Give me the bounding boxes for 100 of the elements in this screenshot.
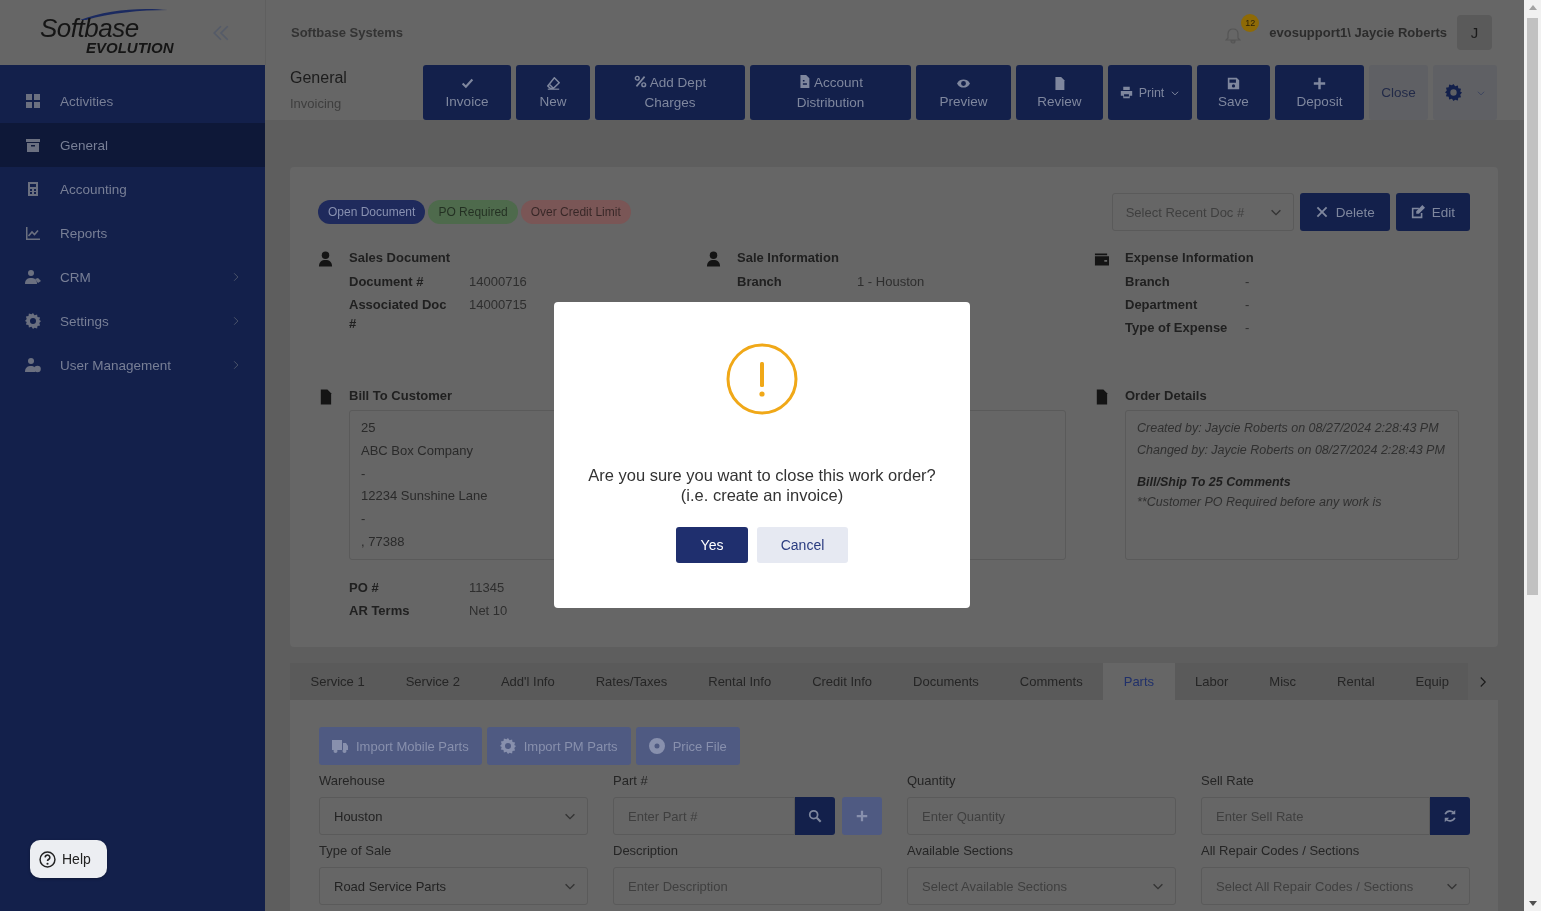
add-button[interactable] xyxy=(842,797,882,835)
save-icon xyxy=(1227,76,1240,90)
logo: Softbase EVOLUTION xyxy=(40,7,188,58)
field-label: Description xyxy=(613,843,680,859)
warning-icon xyxy=(726,343,798,415)
sidebar-item[interactable]: Accounting xyxy=(0,167,265,211)
file-icon xyxy=(1094,389,1109,405)
printer-icon xyxy=(1119,86,1133,99)
field-value: - xyxy=(1245,319,1251,337)
field-label: All Repair Codes / Sections xyxy=(1201,843,1361,859)
field-label: Warehouse xyxy=(319,773,386,789)
field-label: Associated Doc # xyxy=(349,296,448,333)
chart-icon xyxy=(25,225,41,241)
refresh-icon xyxy=(1443,809,1457,823)
sidebar-item[interactable]: User Management xyxy=(0,343,265,387)
field-label: Sell Rate xyxy=(1201,773,1255,789)
plus-icon xyxy=(856,810,868,822)
avatar[interactable]: J xyxy=(1457,15,1492,50)
percent-icon xyxy=(633,74,647,88)
toolbar-button[interactable]: New xyxy=(516,65,590,120)
import-button[interactable]: Import Mobile Parts xyxy=(319,727,482,765)
import-button[interactable]: Import PM Parts xyxy=(486,727,631,765)
field-label: Available Sections xyxy=(907,843,1014,859)
search-button[interactable] xyxy=(795,797,835,835)
cancel-button[interactable]: Cancel xyxy=(757,527,848,563)
field-value: 11345 xyxy=(469,579,506,597)
field-value: 1 - Houston xyxy=(857,273,926,291)
dropdown[interactable]: Road Service Parts xyxy=(319,867,588,905)
scroll-down-icon[interactable] xyxy=(1528,901,1537,906)
address-line: ABC Box Company xyxy=(361,441,473,460)
dropdown[interactable]: Houston xyxy=(319,797,588,835)
sidebar-item[interactable]: CRM xyxy=(0,255,265,299)
field-label: Part # xyxy=(613,773,649,789)
confirm-button[interactable]: Yes xyxy=(676,527,748,563)
status-badge: PO Required xyxy=(428,200,518,224)
users-icon xyxy=(25,269,41,285)
section-title: Order Details xyxy=(1125,388,1208,405)
field-value: 14000716 xyxy=(469,273,528,291)
gear-icon xyxy=(499,738,516,754)
scroll-up-icon[interactable] xyxy=(1528,5,1537,10)
plus-icon xyxy=(1313,76,1326,90)
search-icon xyxy=(808,809,822,823)
gear-icon xyxy=(25,313,41,329)
notification-bell-icon[interactable] xyxy=(1225,27,1242,44)
close-button[interactable]: Close xyxy=(1369,65,1428,120)
field-label: PO # xyxy=(349,579,380,597)
field-label: Document # xyxy=(349,273,425,291)
field-value: 14000715 xyxy=(469,296,528,314)
address-line: - xyxy=(361,510,366,529)
field-label: AR Terms xyxy=(349,602,411,620)
import-button[interactable]: Price File xyxy=(635,727,740,765)
section-title: Bill To Customer xyxy=(349,388,454,405)
grid-icon xyxy=(25,93,41,109)
address-line: 12234 Sunshine Lane xyxy=(361,487,488,506)
toolbar-button[interactable]: Save xyxy=(1197,65,1270,120)
sidebar-item[interactable]: Reports xyxy=(0,211,265,255)
field-value: - xyxy=(1245,273,1251,291)
toolbar-button[interactable]: Print xyxy=(1108,65,1192,120)
notification-count: 12 xyxy=(1241,13,1260,32)
scrollbar[interactable] xyxy=(1524,0,1541,911)
toolbar-button[interactable]: Add Dept Charges xyxy=(595,65,745,120)
help-button[interactable]: Help xyxy=(30,840,107,878)
field-label: Type of Sale xyxy=(319,843,393,859)
address-line: - xyxy=(361,464,366,483)
refresh-button[interactable] xyxy=(1430,797,1470,835)
sidebar-item[interactable]: Activities xyxy=(0,79,265,123)
status-badge: Open Document xyxy=(318,200,426,224)
toolbar-button[interactable]: Account Distribution xyxy=(750,65,911,120)
close-icon xyxy=(1314,205,1329,219)
archive-icon xyxy=(25,137,41,153)
scrollbar-thumb[interactable] xyxy=(1527,18,1538,595)
action-button[interactable]: Edit xyxy=(1395,193,1470,231)
calculator-icon xyxy=(25,181,41,197)
toolbar-button[interactable]: Invoice xyxy=(423,65,511,120)
address-line: 25 xyxy=(361,419,376,437)
toolbar-button[interactable]: Deposit xyxy=(1275,65,1364,120)
field-value: - xyxy=(1245,296,1251,314)
help-icon xyxy=(39,850,56,868)
section-title: Sales Document xyxy=(349,250,452,267)
tab[interactable]: Parts xyxy=(1103,663,1175,700)
field-label: Type of Expense xyxy=(1125,319,1229,337)
user-name: evosupport1\ Jaycie Roberts xyxy=(1269,25,1447,40)
settings-menu-button[interactable] xyxy=(1433,65,1497,120)
notes-heading: Bill/Ship To 25 Comments xyxy=(1137,474,1292,491)
section-title: Expense Information xyxy=(1125,250,1255,267)
eye-icon xyxy=(957,76,970,90)
address-line: , 77388 xyxy=(361,533,405,551)
sidebar-item[interactable]: General xyxy=(0,123,265,167)
field-label: Quantity xyxy=(907,773,957,789)
edit-icon xyxy=(1410,205,1425,219)
sidebar-item[interactable]: Settings xyxy=(0,299,265,343)
file-icon xyxy=(1053,76,1066,90)
toolbar-button[interactable]: Preview xyxy=(916,65,1011,120)
action-button[interactable]: Delete xyxy=(1299,193,1390,231)
settings-icon xyxy=(1444,84,1462,101)
user-icon xyxy=(318,251,333,267)
field-label: Branch xyxy=(737,273,783,291)
field-value: Net 10 xyxy=(469,602,509,620)
page-title: General xyxy=(290,69,348,87)
toolbar-button[interactable]: Review xyxy=(1016,65,1103,120)
